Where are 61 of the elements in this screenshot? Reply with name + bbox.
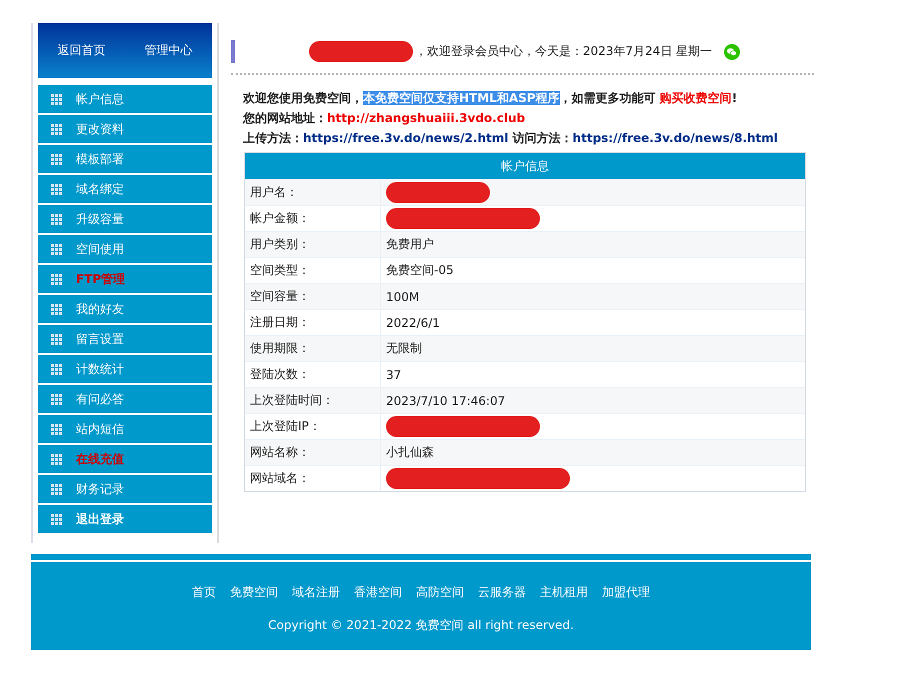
buy-link[interactable]: 购买收费空间 xyxy=(660,91,732,105)
welcome-text: ，欢迎登录会员中心，今天是：2023年7月24日 星期一 xyxy=(414,43,712,60)
grid-icon xyxy=(51,244,62,254)
footer-link[interactable]: 主机租用 xyxy=(540,584,588,601)
upload-label: 上传方法： xyxy=(243,131,303,145)
grid-icon xyxy=(51,214,62,224)
sidebar-item[interactable]: 模板部署 xyxy=(38,145,212,173)
chat-icon xyxy=(724,44,740,60)
grid-icon xyxy=(51,424,62,434)
intro-text: 欢迎您使用免费空间，本免费空间仅支持HTML和ASP程序，如需更多功能可 购买收费空间! xyxy=(243,90,738,107)
table-cell: 100M xyxy=(386,290,420,304)
footer-link[interactable]: 香港空间 xyxy=(354,584,402,601)
sidebar-item[interactable]: 更改资料 xyxy=(38,115,212,143)
sidebar-item[interactable]: 站内短信 xyxy=(38,415,212,443)
footer-link[interactable]: 云服务器 xyxy=(478,584,526,601)
header-link[interactable]: 返回首页 xyxy=(58,42,106,59)
sidebar-item[interactable]: 有问必答 xyxy=(38,385,212,413)
header-link[interactable]: 管理中心 xyxy=(144,42,192,59)
grid-icon xyxy=(51,184,62,194)
table-title: 帐户信息 xyxy=(245,153,805,179)
footer-link[interactable]: 域名注册 xyxy=(292,584,340,601)
grid-icon xyxy=(51,304,62,314)
grid-icon xyxy=(51,364,62,374)
sidebar-item[interactable]: 空间使用 xyxy=(38,235,212,263)
footer-link[interactable]: 免费空间 xyxy=(230,584,278,601)
grid-icon xyxy=(51,154,62,164)
table-cell: 无限制 xyxy=(386,340,422,357)
visit-link[interactable]: https://free.3v.do/news/8.html xyxy=(572,131,778,145)
site-label: 您的网站地址： xyxy=(243,111,327,125)
table-cell: 免费空间-05 xyxy=(386,262,454,279)
upload-link[interactable]: https://free.3v.do/news/2.html xyxy=(303,131,508,145)
sidebar-item[interactable]: 升级容量 xyxy=(38,205,212,233)
table-cell: 2023/7/10 17:46:07 xyxy=(386,394,506,408)
table-cell: 2022/6/1 xyxy=(386,316,440,330)
footer-link[interactable]: 高防空间 xyxy=(416,584,464,601)
sidebar-item[interactable]: 帐户信息 xyxy=(38,85,212,113)
grid-icon xyxy=(51,124,62,134)
sidebar-item[interactable]: 在线充值 xyxy=(38,445,212,473)
grid-icon xyxy=(51,514,62,524)
footer-link[interactable]: 首页 xyxy=(192,584,216,601)
visit-label: 访问方法： xyxy=(511,131,573,145)
table-cell: 网站域名： xyxy=(245,466,381,491)
sidebar-item[interactable]: FTP管理 xyxy=(38,265,212,293)
grid-icon xyxy=(51,94,62,104)
sidebar-item[interactable]: 财务记录 xyxy=(38,475,212,503)
grid-icon xyxy=(51,334,62,344)
sidebar-item[interactable]: 域名绑定 xyxy=(38,175,212,203)
sidebar-item[interactable]: 留言设置 xyxy=(38,325,212,353)
footer-link[interactable]: 加盟代理 xyxy=(602,584,650,601)
copyright-text: Copyright © 2021-2022 免费空间 all right reserved. xyxy=(267,617,575,634)
grid-icon xyxy=(51,274,62,284)
sidebar-item[interactable]: 退出登录 xyxy=(38,505,212,533)
sidebar-item[interactable]: 计数统计 xyxy=(38,355,212,383)
grid-icon xyxy=(51,454,62,464)
site-link[interactable]: http://zhangshuaiii.3vdo.club xyxy=(327,111,526,125)
sidebar-item[interactable]: 我的好友 xyxy=(38,295,212,323)
table-cell: 小扎仙森 xyxy=(386,444,434,461)
grid-icon xyxy=(51,394,62,404)
grid-icon xyxy=(51,484,62,494)
table-cell: 免费用户 xyxy=(386,236,434,253)
table-cell: 37 xyxy=(386,368,402,382)
